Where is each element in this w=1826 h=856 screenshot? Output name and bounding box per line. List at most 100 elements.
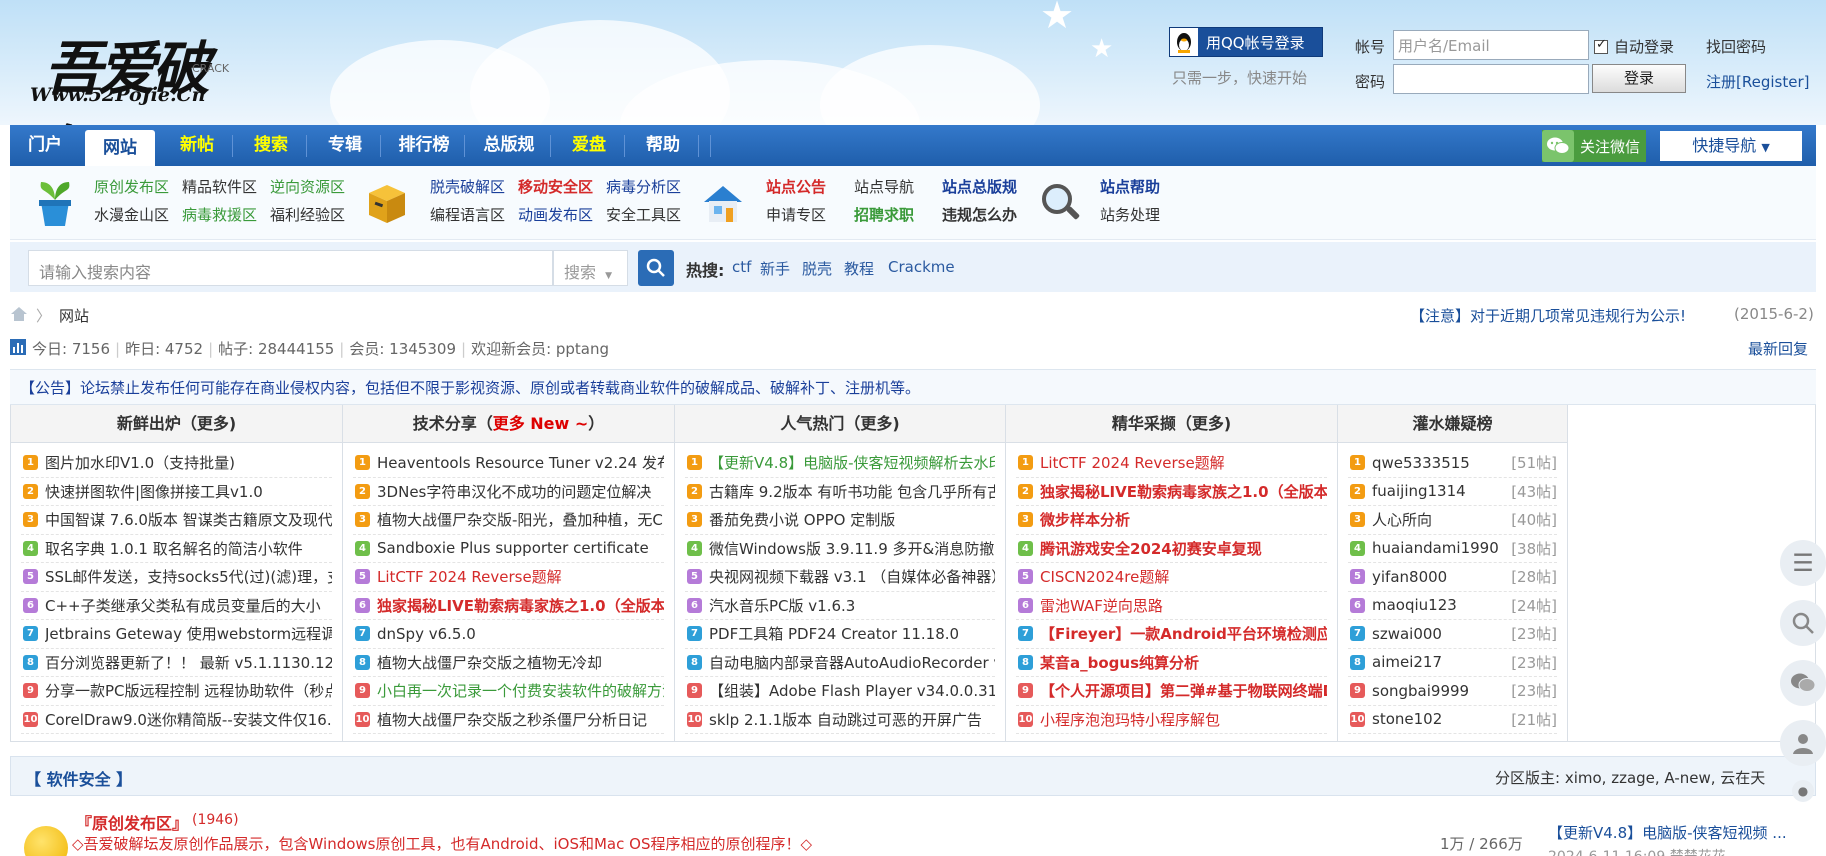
list-item[interactable]: 9 【组装】Adobe Flash Player v34.0.0.315 三合一	[685, 677, 995, 706]
list-item[interactable]: 6 maoqiu123 [24帖]	[1348, 592, 1557, 620]
hot-search-crackme[interactable]: Crackme	[888, 258, 955, 276]
auto-login-checkbox[interactable]: 自动登录	[1594, 36, 1674, 57]
link-site-affairs[interactable]: 站务处理	[1100, 204, 1160, 225]
list-item[interactable]: 9 【个人开源项目】第二弹#基于物联网终端DTU	[1016, 677, 1327, 706]
link-welfare[interactable]: 福利经验区	[270, 204, 345, 225]
list-item-title[interactable]: qwe5333515	[1372, 454, 1507, 472]
list-item-title[interactable]: stone102	[1372, 710, 1507, 728]
link-security-tools[interactable]: 安全工具区	[606, 204, 681, 225]
list-item[interactable]: 2 3DNes字符串汉化不成功的问题定位解决	[353, 478, 664, 506]
list-item-title[interactable]: 【更新V4.8】电脑版-侠客短视频解析去水印工	[709, 452, 995, 473]
list-item[interactable]: 3 微步样本分析	[1016, 506, 1327, 535]
list-item[interactable]: 10 CorelDraw9.0迷你精简版--安装文件仅16.4MB	[21, 706, 332, 734]
list-item-title[interactable]: songbai9999	[1372, 682, 1507, 700]
hot-search-ctf[interactable]: ctf	[732, 258, 751, 276]
account-input[interactable]: 用户名/Email	[1393, 30, 1589, 60]
link-animation[interactable]: 动画发布区	[518, 204, 593, 225]
link-violation[interactable]: 违规怎么办	[942, 204, 1017, 225]
list-item-title[interactable]: 某音a_bogus纯算分析	[1040, 652, 1327, 673]
search-float-icon[interactable]	[1780, 600, 1826, 646]
list-item-title[interactable]: 植物大战僵尸杂交版之植物无冷却	[377, 652, 664, 673]
stat-new-member[interactable]: 欢迎新会员: pptang	[471, 338, 609, 359]
follow-wechat-button[interactable]: 关注微信	[1542, 130, 1646, 162]
column-header[interactable]: 精华采撷（更多)	[1006, 405, 1337, 443]
link-site-announcement[interactable]: 站点公告	[766, 176, 826, 197]
list-item-title[interactable]: sklp 2.1.1版本 自动跳过可恶的开屏广告	[709, 709, 995, 730]
nav-help[interactable]: 帮助	[628, 125, 698, 166]
link-apply-area[interactable]: 申请专区	[766, 204, 826, 225]
forum-last-post-link[interactable]: 【更新V4.8】电脑版-侠客短视频 ...	[1548, 822, 1787, 843]
list-item[interactable]: 5 LitCTF 2024 Reverse题解	[353, 563, 664, 592]
wechat-float-icon[interactable]	[1780, 660, 1826, 706]
list-item[interactable]: 10 stone102 [21帖]	[1348, 706, 1557, 734]
password-input[interactable]	[1393, 64, 1589, 94]
list-item[interactable]: 1 LitCTF 2024 Reverse题解	[1016, 449, 1327, 478]
list-item[interactable]: 5 SSL邮件发送，支持socks5代(过)(滤)理，支持大	[21, 563, 332, 592]
home-icon[interactable]	[10, 306, 28, 326]
list-item-title[interactable]: 独家揭秘LIVE勒索病毒家族之1.0（全版本可解	[1040, 481, 1327, 502]
list-item-title[interactable]: 古籍库 9.2版本 有听书功能 包含几乎所有古籍	[709, 481, 995, 502]
latest-replies-link[interactable]: 最新回复	[1748, 338, 1808, 359]
list-item[interactable]: 1 图片加水印V1.0（支持批量)	[21, 449, 332, 478]
nav-ranking[interactable]: 排行榜	[384, 125, 464, 166]
column-header[interactable]: 新鲜出炉（更多)	[11, 405, 342, 443]
login-button[interactable]: 登录	[1592, 64, 1686, 93]
user-float-icon[interactable]	[1780, 720, 1826, 766]
hot-search-unpack[interactable]: 脱壳	[802, 258, 832, 279]
list-item[interactable]: 3 中国智谋 7.6.0版本 智谋类古籍原文及现代文翻	[21, 506, 332, 535]
list-item-title[interactable]: 番茄免费小说 OPPO 定制版	[709, 509, 995, 530]
list-item-title[interactable]: 小白再一次记录一个付费安装软件的破解方法	[377, 680, 664, 701]
section-moderators[interactable]: 分区版主: ximo, zzage, A-new, 云在天	[1495, 767, 1765, 788]
nav-rules[interactable]: 总版规	[468, 125, 550, 166]
list-item[interactable]: 7 【Fireyer】一款Android平台环境检测应用	[1016, 620, 1327, 649]
nav-website[interactable]: 网站	[85, 130, 155, 166]
list-item-title[interactable]: 自动电脑内部录音器AutoAudioRecorder v1.0	[709, 652, 995, 673]
list-item-title[interactable]: 微步样本分析	[1040, 509, 1327, 530]
list-item[interactable]: 6 汽水音乐PC版 v1.6.3	[685, 592, 995, 620]
list-item-title[interactable]: 植物大战僵尸杂交版-阳光，叠加种植，无CD分	[377, 509, 664, 530]
column-header[interactable]: 人气热门（更多)	[675, 405, 1005, 443]
back-to-top-icon[interactable]: ●	[1792, 780, 1814, 802]
list-item-title[interactable]: aimei217	[1372, 653, 1507, 671]
list-item-title[interactable]: 中国智谋 7.6.0版本 智谋类古籍原文及现代文翻	[45, 509, 332, 530]
list-item-title[interactable]: 图片加水印V1.0（支持批量)	[45, 452, 332, 473]
list-item[interactable]: 10 sklp 2.1.1版本 自动跳过可恶的开屏广告	[685, 706, 995, 734]
link-reverse-resources[interactable]: 逆向资源区	[270, 176, 345, 197]
nav-aipan[interactable]: 爱盘	[554, 125, 624, 166]
link-site-help[interactable]: 站点帮助	[1100, 176, 1160, 197]
list-item[interactable]: 9 songbai9999 [23帖]	[1348, 677, 1557, 706]
list-item[interactable]: 5 CISCN2024re题解	[1016, 563, 1327, 592]
list-item[interactable]: 5 央视网视频下载器 v3.1 （自媒体必备神器）高	[685, 563, 995, 592]
list-item-title[interactable]: 央视网视频下载器 v3.1 （自媒体必备神器）高	[709, 566, 995, 587]
list-item[interactable]: 8 aimei217 [23帖]	[1348, 649, 1557, 677]
list-item-title[interactable]: 人心所向	[1372, 509, 1507, 530]
list-item-title[interactable]: 腾讯游戏安全2024初赛安卓复现	[1040, 538, 1327, 559]
list-item-title[interactable]: szwai000	[1372, 625, 1507, 643]
list-item[interactable]: 3 植物大战僵尸杂交版-阳光，叠加种植，无CD分	[353, 506, 664, 535]
list-item-title[interactable]: 分享一款PC版远程控制 远程协助软件（秒点1.8.	[45, 680, 332, 701]
link-water-area[interactable]: 水漫金山区	[94, 204, 169, 225]
list-item-title[interactable]: yifan8000	[1372, 568, 1507, 586]
list-item-title[interactable]: C++子类继承父类私有成员变量后的大小	[45, 595, 332, 616]
list-item-title[interactable]: Sandboxie Plus supporter certificate	[377, 539, 664, 557]
hot-search-tutorial[interactable]: 教程	[844, 258, 874, 279]
list-item[interactable]: 7 dnSpy v6.5.0	[353, 620, 664, 649]
list-item-title[interactable]: 雷池WAF逆向思路	[1040, 595, 1327, 616]
list-item-title[interactable]: 独家揭秘LIVE勒索病毒家族之1.0（全版本可解	[377, 595, 664, 616]
list-item[interactable]: 10 植物大战僵尸杂交版之秒杀僵尸分析日记	[353, 706, 664, 734]
menu-icon[interactable]: ☰	[1780, 540, 1826, 586]
nav-portal[interactable]: 门户	[10, 125, 80, 166]
list-item[interactable]: 3 人心所向 [40帖]	[1348, 506, 1557, 535]
link-jobs[interactable]: 招聘求职	[854, 204, 914, 225]
list-item[interactable]: 6 C++子类继承父类私有成员变量后的大小	[21, 592, 332, 620]
list-item[interactable]: 5 yifan8000 [28帖]	[1348, 563, 1557, 592]
list-item-title[interactable]: PDF工具箱 PDF24 Creator 11.18.0	[709, 623, 995, 644]
list-item-title[interactable]: SSL邮件发送，支持socks5代(过)(滤)理，支持大	[45, 566, 332, 587]
list-item[interactable]: 4 取名字典 1.0.1 取名解名的简洁小软件	[21, 535, 332, 563]
list-item[interactable]: 2 fuaijing1314 [43帖]	[1348, 478, 1557, 506]
list-item-title[interactable]: 【个人开源项目】第二弹#基于物联网终端DTU	[1040, 680, 1327, 701]
list-item[interactable]: 8 某音a_bogus纯算分析	[1016, 649, 1327, 677]
list-item[interactable]: 4 huaiandami1990 [38帖]	[1348, 535, 1557, 563]
link-premium-software[interactable]: 精品软件区	[182, 176, 257, 197]
list-item-title[interactable]: fuaijing1314	[1372, 482, 1507, 500]
